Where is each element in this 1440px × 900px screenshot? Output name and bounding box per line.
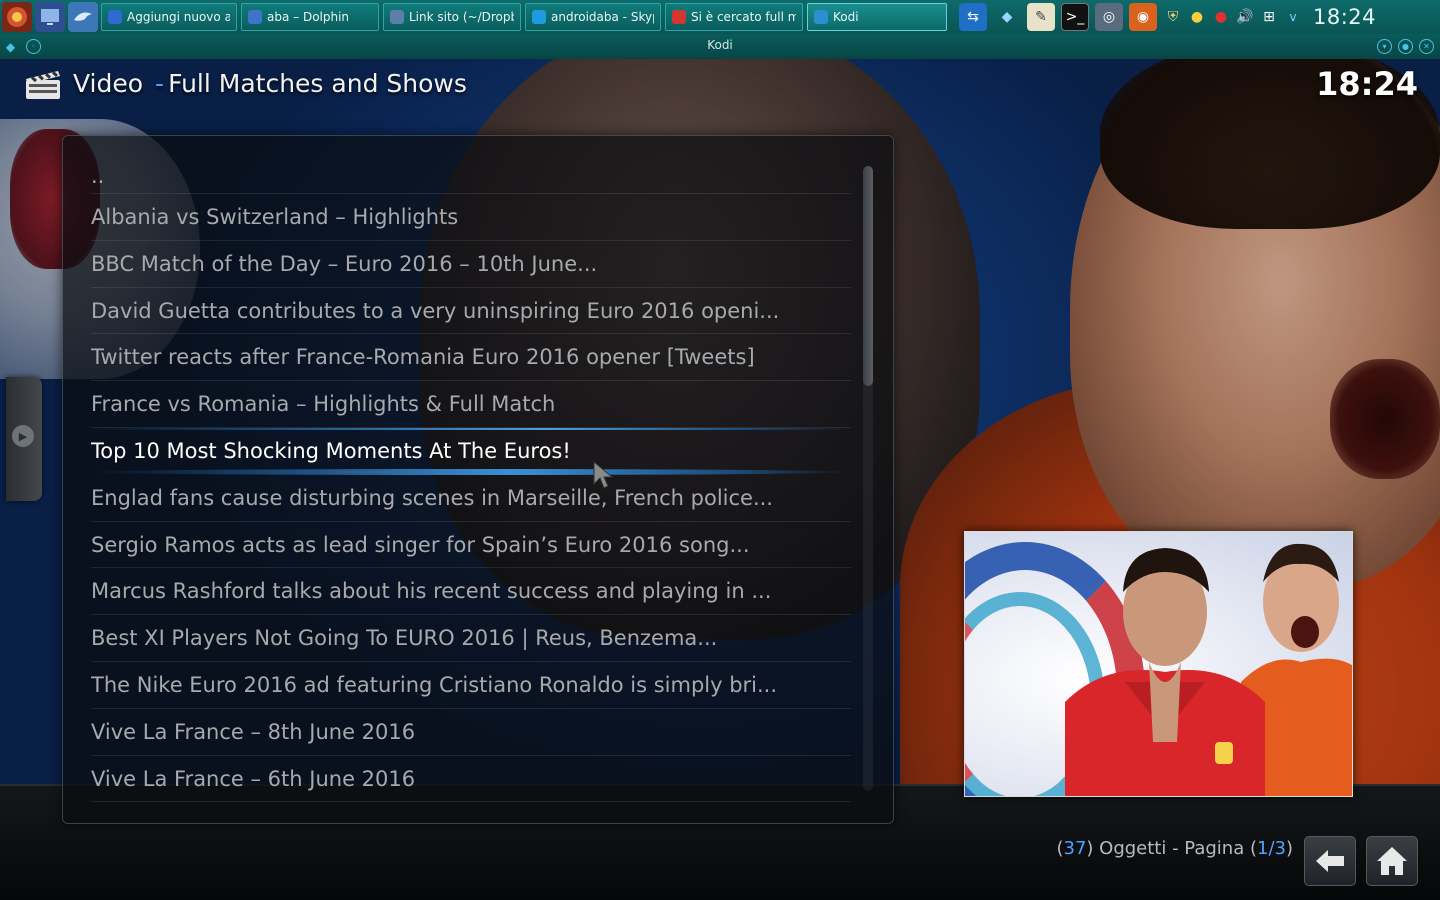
kodi-tray-icon[interactable]: ◆ bbox=[993, 3, 1021, 31]
close-icon[interactable]: ✕ bbox=[1419, 39, 1434, 54]
list-item-label: .. bbox=[91, 164, 105, 188]
video-clapperboard-icon bbox=[26, 71, 60, 99]
skype-icon bbox=[532, 10, 546, 24]
back-arrow-icon bbox=[1316, 850, 1344, 872]
page-indicator: 1/3 bbox=[1257, 838, 1286, 859]
list-item-label: Top 10 Most Shocking Moments At The Euro… bbox=[91, 438, 571, 463]
list-item-label: Marcus Rashford talks about his recent s… bbox=[91, 579, 772, 604]
mouse-pointer-icon bbox=[593, 460, 614, 489]
screenshot-icon[interactable]: ◎ bbox=[1095, 3, 1123, 31]
list-item[interactable]: Twitter reacts after France-Romania Euro… bbox=[91, 334, 851, 382]
task-button-3[interactable]: androidaba - Skype bbox=[525, 3, 661, 31]
volume-icon[interactable]: 🔊 bbox=[1235, 3, 1255, 31]
list-item-label: France vs Romania – Highlights & Full Ma… bbox=[91, 392, 556, 417]
breadcrumb-separator: - bbox=[155, 69, 165, 98]
eye-icon[interactable]: ◉ bbox=[1129, 3, 1157, 31]
kodi-app: Video - Full Matches and Shows 18:24 ▶ .. A… bbox=[0, 59, 1440, 900]
list-item-label: Vive La France – 8th June 2016 bbox=[91, 719, 416, 744]
task-button-1[interactable]: aba – Dolphin bbox=[241, 3, 379, 31]
menu-launcher-icon bbox=[7, 7, 27, 27]
monitor-launcher-icon bbox=[41, 9, 59, 25]
item-count: (37) Oggetti - Pagina (1/3) bbox=[1056, 838, 1293, 859]
list-item[interactable]: Top 10 Most Shocking Moments At The Euro… bbox=[91, 427, 851, 475]
list-item[interactable]: Albania vs Switzerland – Highlights bbox=[91, 194, 851, 241]
task-label: aba – Dolphin bbox=[267, 10, 350, 24]
task-button-0[interactable]: Aggiungi nuovo ar bbox=[101, 3, 237, 31]
system-tray: ⇆ ◆ ✎ >_ ◎ ◉ ⛨ ● ● 🔊 ⊞ v 18:24 bbox=[959, 3, 1376, 31]
chevron-right-icon: ▶ bbox=[12, 425, 34, 447]
maximize-icon[interactable]: ● bbox=[1398, 39, 1413, 54]
item-count-value: 37 bbox=[1063, 838, 1087, 859]
mail-icon[interactable]: ● bbox=[1211, 3, 1231, 31]
side-menu-tab[interactable]: ▶ bbox=[6, 377, 42, 501]
objects-page-label: Oggetti - Pagina bbox=[1099, 838, 1245, 859]
opera-icon bbox=[672, 10, 686, 24]
list-item[interactable]: Sergio Ramos acts as lead singer for Spa… bbox=[91, 522, 851, 569]
list-item[interactable]: Vive La France – 6th June 2016 bbox=[91, 756, 851, 803]
dolphin-launcher-icon bbox=[74, 12, 92, 21]
list-item[interactable]: David Guetta contributes to a very unins… bbox=[91, 288, 851, 335]
system-clock[interactable]: 18:24 bbox=[1313, 5, 1376, 29]
list-item[interactable]: France vs Romania – Highlights & Full Ma… bbox=[91, 381, 851, 428]
player-image-center bbox=[1065, 548, 1265, 796]
folder-title: Full Matches and Shows bbox=[168, 69, 467, 98]
application-menu-button[interactable] bbox=[2, 2, 32, 32]
list-item[interactable]: Vive La France – 8th June 2016 bbox=[91, 709, 851, 756]
kodi-icon bbox=[814, 10, 828, 24]
shield-icon[interactable]: ⛨ bbox=[1163, 3, 1183, 31]
list-item-label: David Guetta contributes to a very unins… bbox=[91, 298, 780, 323]
breadcrumb: Video - Full Matches and Shows bbox=[73, 69, 467, 98]
list-item[interactable]: Marcus Rashford talks about his recent s… bbox=[91, 568, 851, 616]
terminal-icon[interactable]: >_ bbox=[1061, 3, 1089, 31]
system-taskbar: Aggiungi nuovo ar aba – Dolphin Link sito … bbox=[0, 0, 1440, 34]
task-label: Si è cercato full ma bbox=[691, 10, 796, 24]
task-button-2[interactable]: Link sito (~/Dropbo bbox=[383, 3, 521, 31]
window-title: Kodi bbox=[707, 38, 733, 52]
task-label: Link sito (~/Dropbo bbox=[409, 10, 514, 24]
file-list: .. Albania vs Switzerland – Highlights BBC… bbox=[63, 136, 853, 803]
minimize-icon[interactable]: ▾ bbox=[1377, 39, 1392, 54]
file-list-panel: .. Albania vs Switzerland – Highlights BBC… bbox=[62, 135, 894, 824]
list-item-label: Englad fans cause disturbing scenes in M… bbox=[91, 485, 773, 510]
task-list: Aggiungi nuovo ar aba – Dolphin Link sito … bbox=[101, 3, 951, 31]
editor-icon bbox=[390, 10, 404, 24]
kodi-clock: 18:24 bbox=[1316, 65, 1418, 103]
moon-icon[interactable]: ● bbox=[1187, 3, 1207, 31]
desktop-launcher-button[interactable] bbox=[35, 2, 65, 32]
list-item[interactable]: Englad fans cause disturbing scenes in M… bbox=[91, 475, 851, 522]
back-button[interactable] bbox=[1304, 836, 1356, 886]
task-label: Aggiungi nuovo ar bbox=[127, 10, 230, 24]
list-item-label: Twitter reacts after France-Romania Euro… bbox=[91, 345, 755, 370]
list-item-label: Sergio Ramos acts as lead singer for Spa… bbox=[91, 532, 750, 557]
folder-icon bbox=[248, 10, 262, 24]
list-item-label: BBC Match of the Day – Euro 2016 – 10th … bbox=[91, 251, 598, 276]
notes-icon[interactable]: ✎ bbox=[1027, 3, 1055, 31]
parent-folder-item[interactable]: .. bbox=[91, 136, 851, 194]
list-item[interactable]: Best XI Players Not Going To EURO 2016 |… bbox=[91, 615, 851, 662]
task-button-4[interactable]: Si è cercato full ma bbox=[665, 3, 803, 31]
network-icon[interactable]: ⊞ bbox=[1259, 3, 1279, 31]
scrollbar-thumb[interactable] bbox=[863, 166, 873, 386]
list-item-label: The Nike Euro 2016 ad featuring Cristian… bbox=[91, 672, 778, 697]
list-item-label: Vive La France – 6th June 2016 bbox=[91, 766, 416, 791]
tray-expand-icon[interactable]: v bbox=[1283, 3, 1303, 31]
list-item[interactable]: The Nike Euro 2016 ad featuring Cristian… bbox=[91, 662, 851, 709]
list-item-label: Albania vs Switzerland – Highlights bbox=[91, 205, 459, 229]
teamviewer-icon[interactable]: ⇆ bbox=[959, 3, 987, 31]
window-titlebar[interactable]: ◆ ◦ Kodi ▾ ● ✕ bbox=[0, 34, 1440, 59]
task-label: Kodi bbox=[833, 10, 859, 24]
list-item[interactable]: BBC Match of the Day – Euro 2016 – 10th … bbox=[91, 241, 851, 288]
task-label: androidaba - Skype bbox=[551, 10, 654, 24]
home-icon bbox=[1377, 847, 1407, 875]
list-scrollbar[interactable] bbox=[863, 166, 873, 791]
item-thumbnail bbox=[964, 531, 1353, 797]
file-manager-launcher-button[interactable] bbox=[68, 2, 98, 32]
list-item-label: Best XI Players Not Going To EURO 2016 |… bbox=[91, 626, 718, 651]
section-title: Video bbox=[73, 69, 144, 98]
home-button[interactable] bbox=[1366, 836, 1418, 886]
browser-icon bbox=[108, 10, 122, 24]
task-button-5[interactable]: Kodi bbox=[807, 3, 947, 31]
